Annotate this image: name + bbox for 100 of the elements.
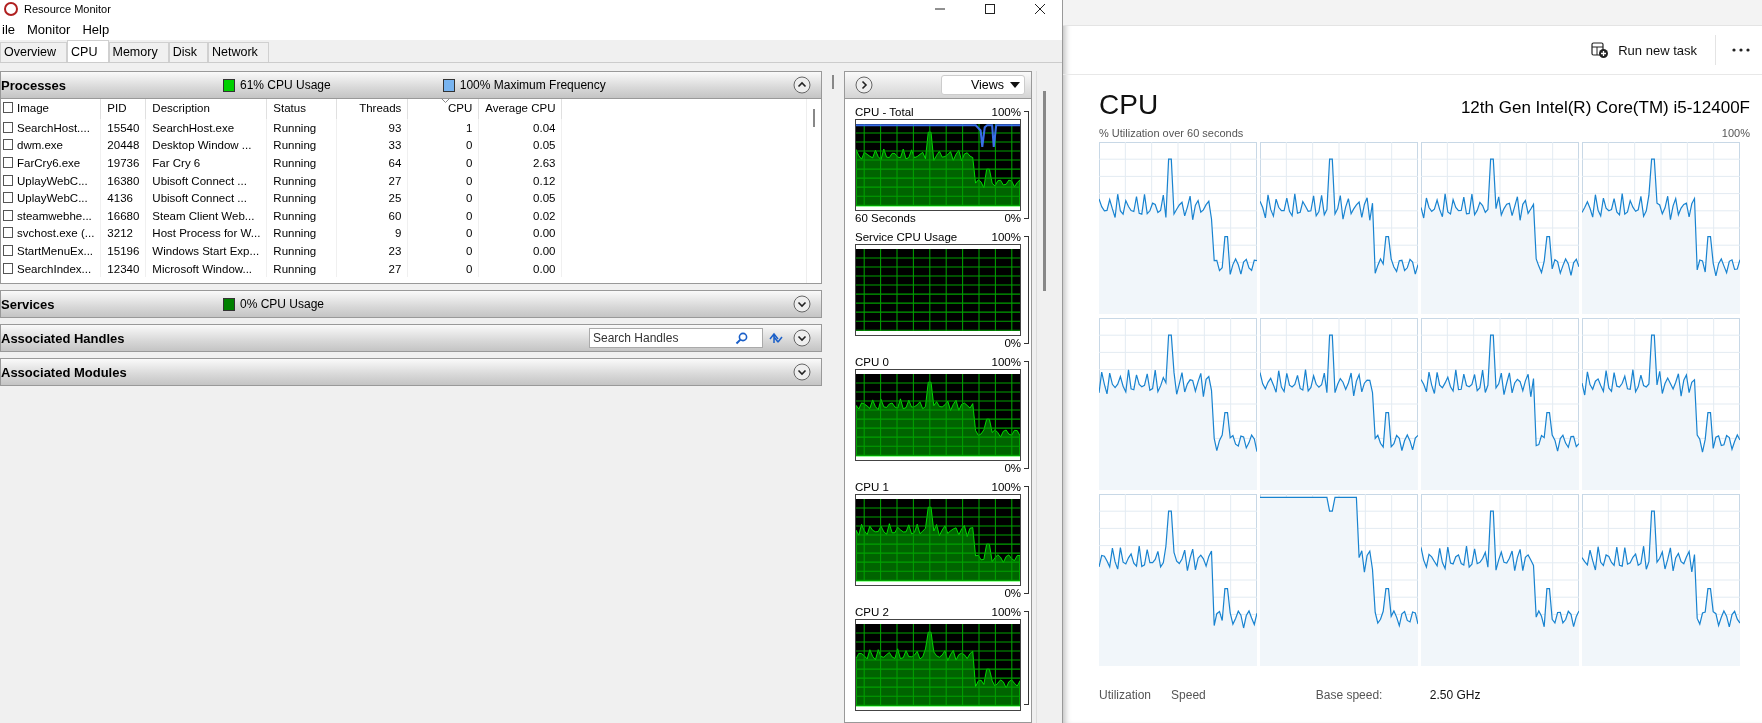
- graph-title: CPU - Total: [855, 106, 914, 118]
- table-cell: Running: [266, 224, 337, 243]
- table-cell: Far Cry 6: [145, 154, 267, 172]
- expand-icon[interactable]: [793, 295, 811, 313]
- scrollbar-thumb[interactable]: [1042, 91, 1046, 291]
- table-cell: UplayWebC...: [1, 171, 101, 190]
- checkbox[interactable]: [3, 102, 13, 113]
- scrollbar-thumb[interactable]: [813, 109, 815, 127]
- graph-title: CPU 1: [855, 481, 889, 493]
- close-icon[interactable]: [1034, 3, 1046, 15]
- menu-item[interactable]: Monitor: [27, 21, 71, 37]
- section-header[interactable]: Processes 61% CPU Usage 100% Maximum Frequency: [0, 71, 822, 99]
- checkbox[interactable]: [3, 227, 13, 239]
- table-cell: 25: [336, 189, 408, 207]
- menu-item[interactable]: Help: [82, 21, 110, 37]
- checkbox[interactable]: [3, 244, 13, 256]
- expand-panel-icon[interactable]: [855, 76, 873, 94]
- table-cell: Desktop Window ...: [145, 136, 267, 155]
- maximize-icon[interactable]: [984, 3, 996, 15]
- checkbox[interactable]: [3, 157, 13, 168]
- table-cell: Windows Start Exp...: [145, 242, 267, 260]
- table-cell: Running: [266, 242, 337, 260]
- tab[interactable]: Memory: [108, 42, 169, 62]
- dropdown-icon: [1010, 82, 1020, 88]
- run-new-task-button[interactable]: Run new task: [1583, 35, 1705, 65]
- tab[interactable]: Overview: [0, 42, 68, 62]
- column-header[interactable]: Description: [145, 97, 267, 119]
- table-cell: UplayWebC...: [1, 189, 101, 207]
- tab[interactable]: CPU: [67, 40, 109, 62]
- checkbox[interactable]: [3, 174, 13, 186]
- table-cell: 15196: [100, 242, 146, 260]
- graph-max-label: 100%: [991, 231, 1021, 243]
- column-header[interactable]: Threads: [336, 97, 408, 119]
- table-cell: 0.05: [478, 189, 562, 207]
- expand-icon[interactable]: [793, 329, 811, 347]
- table-cell: 15540: [100, 119, 146, 137]
- column-header[interactable]: PID: [100, 97, 146, 119]
- table-cell: 0.05: [478, 136, 562, 155]
- section-header[interactable]: Services 0% CPU Usage: [0, 290, 822, 318]
- section-title: Associated Handles: [1, 330, 126, 346]
- table-cell: 33: [336, 136, 408, 155]
- expand-icon[interactable]: [793, 363, 811, 381]
- table-cell: StartMenuEx...: [1, 242, 101, 260]
- legend-label: 0% CPU Usage: [240, 297, 325, 311]
- graph-title: CPU 2: [855, 606, 889, 618]
- graph-max-label: 100%: [991, 106, 1021, 118]
- search-icon[interactable]: [735, 331, 748, 345]
- graph-caption: % Utilization over 60 seconds: [1099, 127, 1244, 139]
- column-header[interactable]: CPU: [407, 97, 479, 119]
- column-header[interactable]: Image: [1, 97, 101, 119]
- checkbox[interactable]: [3, 192, 13, 204]
- section-title: Associated Modules: [1, 364, 128, 380]
- table-cell: Running: [266, 119, 337, 137]
- table-cell: dwm.exe: [1, 136, 101, 155]
- table-cell: Running: [266, 206, 337, 225]
- table-cell: 19736: [100, 154, 146, 172]
- table-cell: 0.00: [478, 224, 562, 243]
- legend-label: 61% CPU Usage: [240, 78, 331, 92]
- checkbox[interactable]: [3, 139, 13, 151]
- table-cell: FarCry6.exe: [1, 154, 101, 172]
- table-cell: 0: [407, 136, 479, 155]
- section-header[interactable]: Associated Modules: [0, 358, 822, 386]
- refresh-icon[interactable]: [767, 330, 785, 346]
- table-cell: Running: [266, 154, 337, 172]
- checkbox[interactable]: [3, 209, 13, 221]
- table-cell: 0.00: [478, 242, 562, 260]
- menu-item[interactable]: ile: [2, 21, 15, 37]
- checkbox[interactable]: [3, 262, 13, 274]
- tab[interactable]: Disk: [168, 42, 208, 62]
- table-cell: 0: [407, 224, 479, 243]
- search-field[interactable]: Search Handles: [589, 328, 763, 348]
- table-cell: Host Process for W...: [145, 224, 267, 243]
- table-cell: 1: [407, 119, 479, 137]
- table-cell: 27: [336, 259, 408, 278]
- collapse-icon[interactable]: [793, 76, 811, 94]
- views-button[interactable]: Views: [941, 75, 1025, 95]
- stat-label: Speed: [1171, 688, 1206, 702]
- run-task-icon: [1591, 41, 1610, 59]
- more-options-icon[interactable]: [1732, 48, 1750, 52]
- column-header[interactable]: Status: [266, 97, 337, 119]
- table-cell: 23: [336, 242, 408, 260]
- window-title: Resource Monitor: [24, 3, 112, 15]
- table-cell: 16680: [100, 206, 146, 225]
- table-cell: SearchHost....: [1, 119, 101, 137]
- table-cell: 9: [336, 224, 408, 243]
- graph-min-label: 0%: [1004, 337, 1021, 349]
- table-cell: Microsoft Window...: [145, 259, 267, 278]
- app-icon: [4, 2, 18, 16]
- table-cell: 3212: [100, 224, 146, 243]
- splitter-handle[interactable]: [832, 75, 834, 89]
- graph-min-label: 0%: [1004, 587, 1021, 599]
- column-header[interactable]: Average CPU: [478, 97, 562, 119]
- section-header[interactable]: Associated Handles Search Handles: [0, 324, 822, 352]
- table-cell: SearchIndex...: [1, 259, 101, 278]
- checkbox[interactable]: [3, 121, 13, 133]
- table-cell: 12340: [100, 259, 146, 278]
- table-cell: Ubisoft Connect ...: [145, 189, 267, 207]
- table-cell: svchost.exe (...: [1, 224, 101, 243]
- table-cell: 0.02: [478, 206, 562, 225]
- tab[interactable]: Network: [207, 42, 269, 62]
